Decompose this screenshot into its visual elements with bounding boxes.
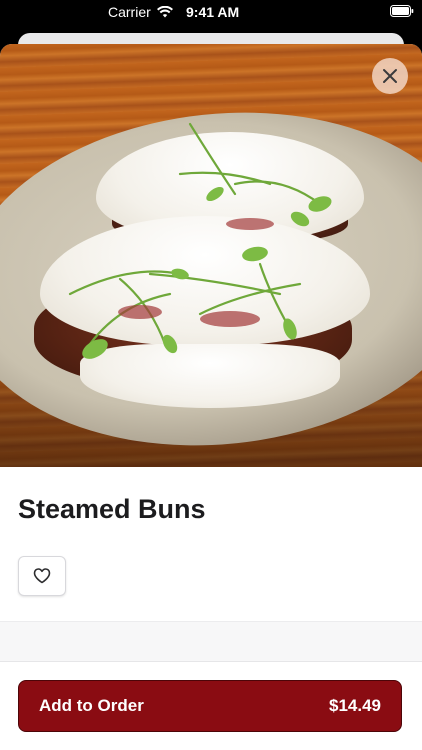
item-photo <box>0 44 422 467</box>
item-title: Steamed Buns <box>18 494 206 524</box>
heart-icon <box>33 568 51 584</box>
microgreens-garnish <box>68 122 332 359</box>
close-button[interactable] <box>372 58 408 94</box>
item-detail-sheet: Steamed Buns Add to Order $14.49 <box>0 44 422 750</box>
status-bar: Carrier 9:41 AM <box>0 0 422 24</box>
status-carrier-group: Carrier <box>108 4 173 20</box>
close-icon <box>383 69 397 83</box>
add-to-order-button[interactable]: Add to Order $14.49 <box>18 680 402 732</box>
add-to-order-label: Add to Order <box>39 696 144 715</box>
price-label: $14.49 <box>329 696 381 715</box>
section-divider <box>0 621 422 662</box>
bottom-bar: Add to Order $14.49 <box>0 661 422 750</box>
carrier-label: Carrier <box>108 4 151 20</box>
battery-icon <box>390 5 414 17</box>
status-time: 9:41 AM <box>186 4 240 20</box>
favorite-button[interactable] <box>18 556 66 596</box>
wifi-icon <box>156 6 173 18</box>
screen: Carrier 9:41 AM Steamed Buns Add to Orde… <box>0 0 422 750</box>
